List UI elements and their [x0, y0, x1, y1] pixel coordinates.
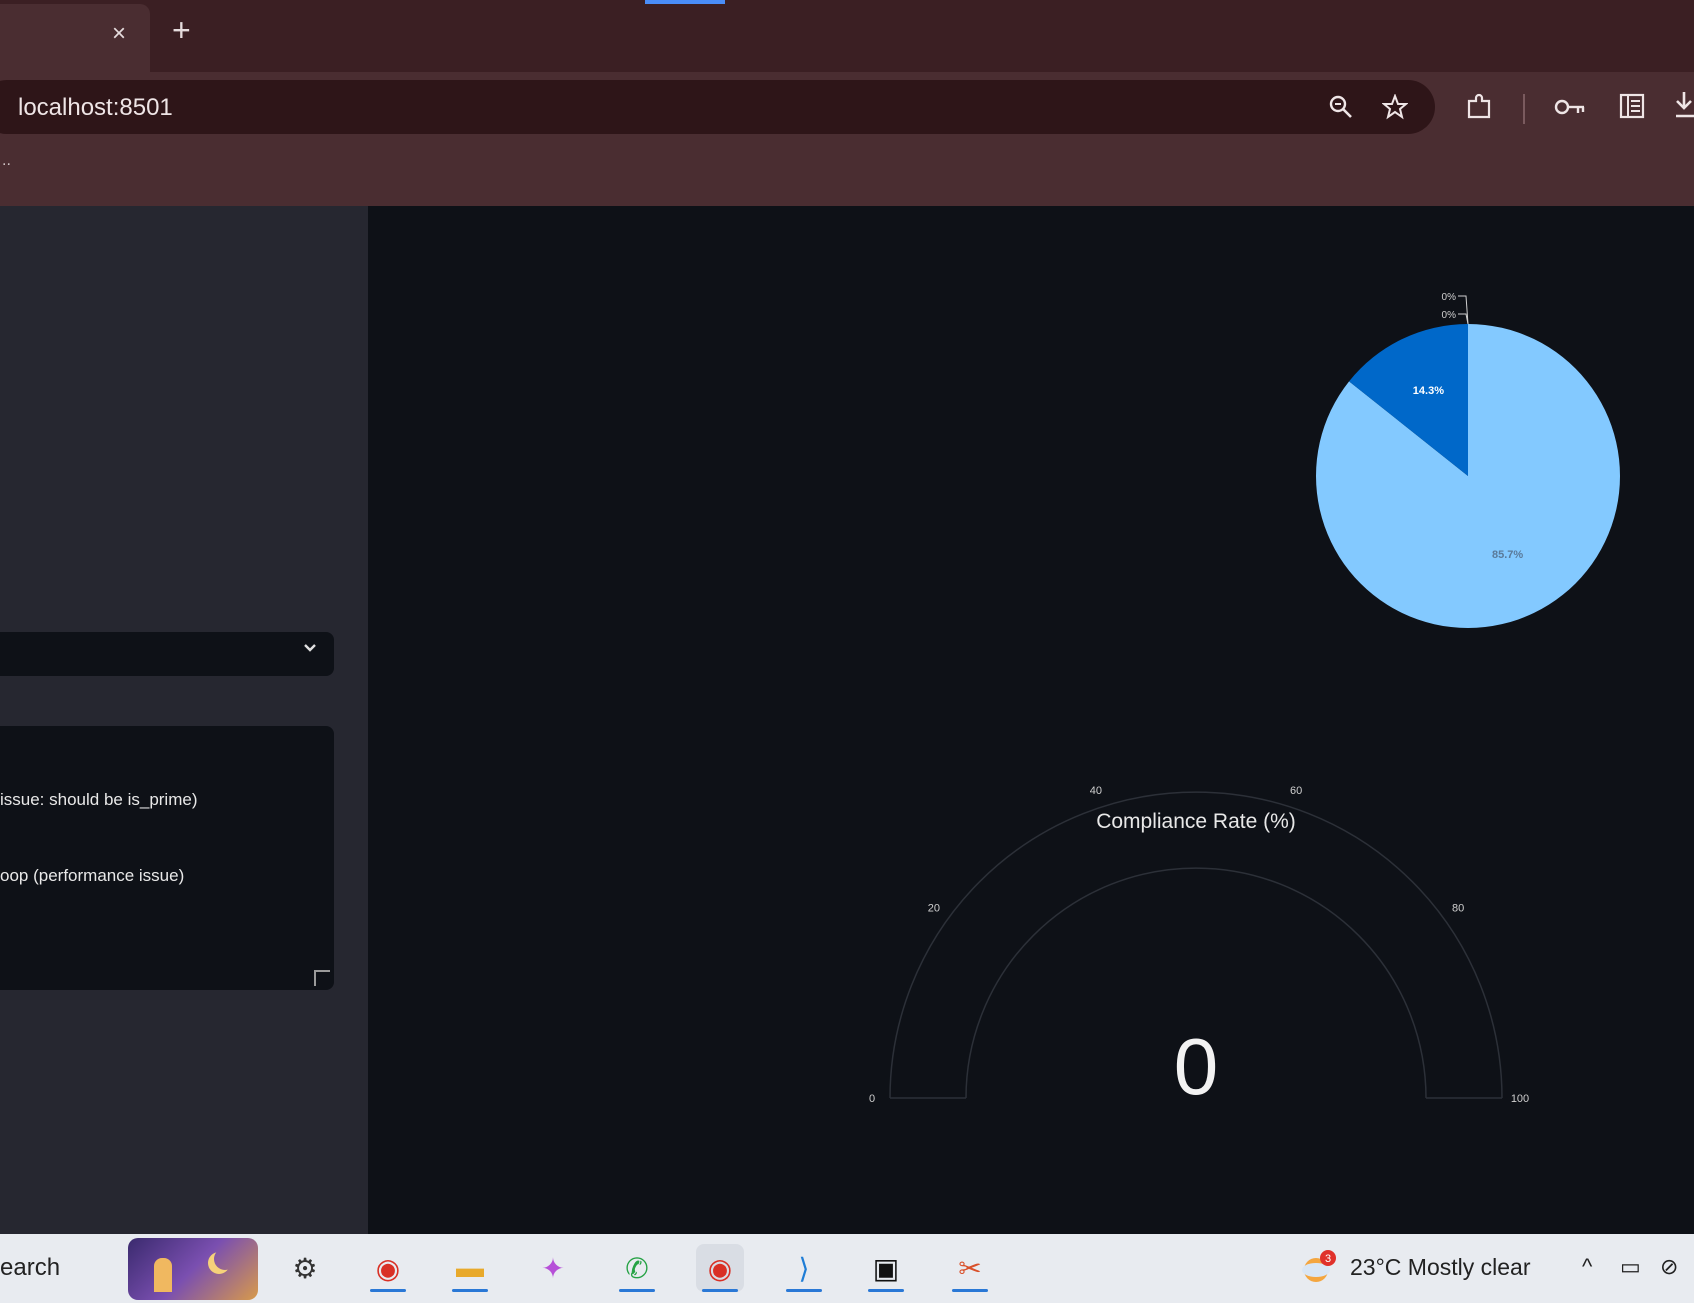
weather-icon[interactable]: 3: [1298, 1248, 1338, 1288]
taskbar-search[interactable]: earch: [0, 1254, 60, 1282]
vscode-app-icon[interactable]: ⟩: [780, 1244, 828, 1292]
snipping-tool-app-icon[interactable]: ✂: [946, 1244, 994, 1292]
resize-handle-icon[interactable]: [314, 970, 330, 986]
whatsapp-app-icon[interactable]: ✆: [613, 1244, 661, 1292]
windows-taskbar: earch ⚙ ◉ ▬ ✦ ✆ ◉ ⟩ ▣ ✂ 3 23°C Mostly cl…: [0, 1234, 1694, 1303]
gauge-tick-label: 0: [869, 1093, 875, 1105]
download-icon[interactable]: [1674, 90, 1694, 120]
pie-slice-label: 0%: [1442, 292, 1457, 303]
bookmarks-bar: ..: [0, 140, 1694, 206]
browser-tab-strip: × +: [0, 0, 1694, 72]
search-highlight-art[interactable]: [128, 1238, 258, 1300]
issues-text-area[interactable]: issue: should be is_prime) oop (performa…: [0, 726, 334, 990]
pie-slice-label: 85.7%: [1492, 549, 1523, 561]
gauge-tick-label: 100: [1511, 1093, 1529, 1105]
chrome-app-icon[interactable]: ◉: [364, 1244, 412, 1292]
password-key-icon[interactable]: [1554, 94, 1586, 120]
text-area-line: oop (performance issue): [0, 866, 185, 885]
new-tab-button[interactable]: +: [172, 14, 191, 46]
gauge-tick-label: 80: [1452, 903, 1464, 915]
gauge-tick-label: 40: [1090, 785, 1102, 797]
pie-slice-label: 0%: [1442, 310, 1457, 321]
close-tab-icon[interactable]: ×: [112, 22, 126, 46]
tray-overflow-chevron-icon[interactable]: ^: [1582, 1254, 1592, 1280]
bookmark-star-icon[interactable]: [1382, 94, 1408, 120]
gauge-tick-label: 20: [928, 903, 940, 915]
gauge-tick-label: 60: [1290, 785, 1302, 797]
chevron-down-icon[interactable]: [302, 640, 318, 656]
pie-slice-label: 14.3%: [1413, 385, 1444, 397]
tab-indicator: [645, 0, 725, 4]
reading-list-icon[interactable]: [1618, 92, 1646, 120]
copilot-app-icon[interactable]: ✦: [529, 1244, 577, 1292]
gauge-chart: Compliance Rate (%) 0 20 40 60 80 100 0: [869, 785, 1529, 1111]
pie-leader-line: [1458, 295, 1469, 325]
terminal-app-icon[interactable]: ▣: [862, 1244, 910, 1292]
pie-chart: 85.7% 14.3% 0% 0%: [1316, 292, 1620, 628]
weather-text[interactable]: 23°C Mostly clear: [1350, 1254, 1530, 1281]
weather-badge: 3: [1325, 1253, 1331, 1265]
pie-slices: [1316, 324, 1620, 628]
address-bar[interactable]: localhost:8501: [0, 80, 1435, 134]
gauge-title: Compliance Rate (%): [1096, 810, 1296, 833]
gauge-value: 0: [1174, 1022, 1219, 1111]
main-content: 85.7% 14.3% 0% 0% Compliance Rate (%) 0 20 40…: [368, 206, 1694, 1234]
browser-toolbar: localhost:8501: [0, 72, 1694, 140]
lantern-icon: [154, 1258, 172, 1292]
extensions-icon[interactable]: [1464, 92, 1494, 122]
moon-icon: [214, 1248, 236, 1270]
sidebar-select-box[interactable]: [0, 632, 334, 676]
pie-leader-line: [1458, 313, 1469, 325]
app-sidebar: issue: should be is_prime) oop (performa…: [0, 206, 368, 1234]
settings-app-icon[interactable]: ⚙: [281, 1244, 329, 1292]
url-text[interactable]: localhost:8501: [18, 94, 173, 122]
network-icon[interactable]: ⊘: [1660, 1254, 1678, 1280]
file-explorer-app-icon[interactable]: ▬: [446, 1244, 494, 1292]
text-area-line: issue: should be is_prime): [0, 790, 198, 809]
battery-icon[interactable]: ▭: [1620, 1254, 1641, 1280]
chrome-profile-app-icon[interactable]: ◉: [696, 1244, 744, 1292]
toolbar-separator: [1523, 94, 1525, 124]
browser-tab[interactable]: ×: [0, 4, 150, 72]
bookmarks-overflow[interactable]: ..: [2, 152, 11, 170]
zoom-icon[interactable]: [1328, 94, 1354, 120]
